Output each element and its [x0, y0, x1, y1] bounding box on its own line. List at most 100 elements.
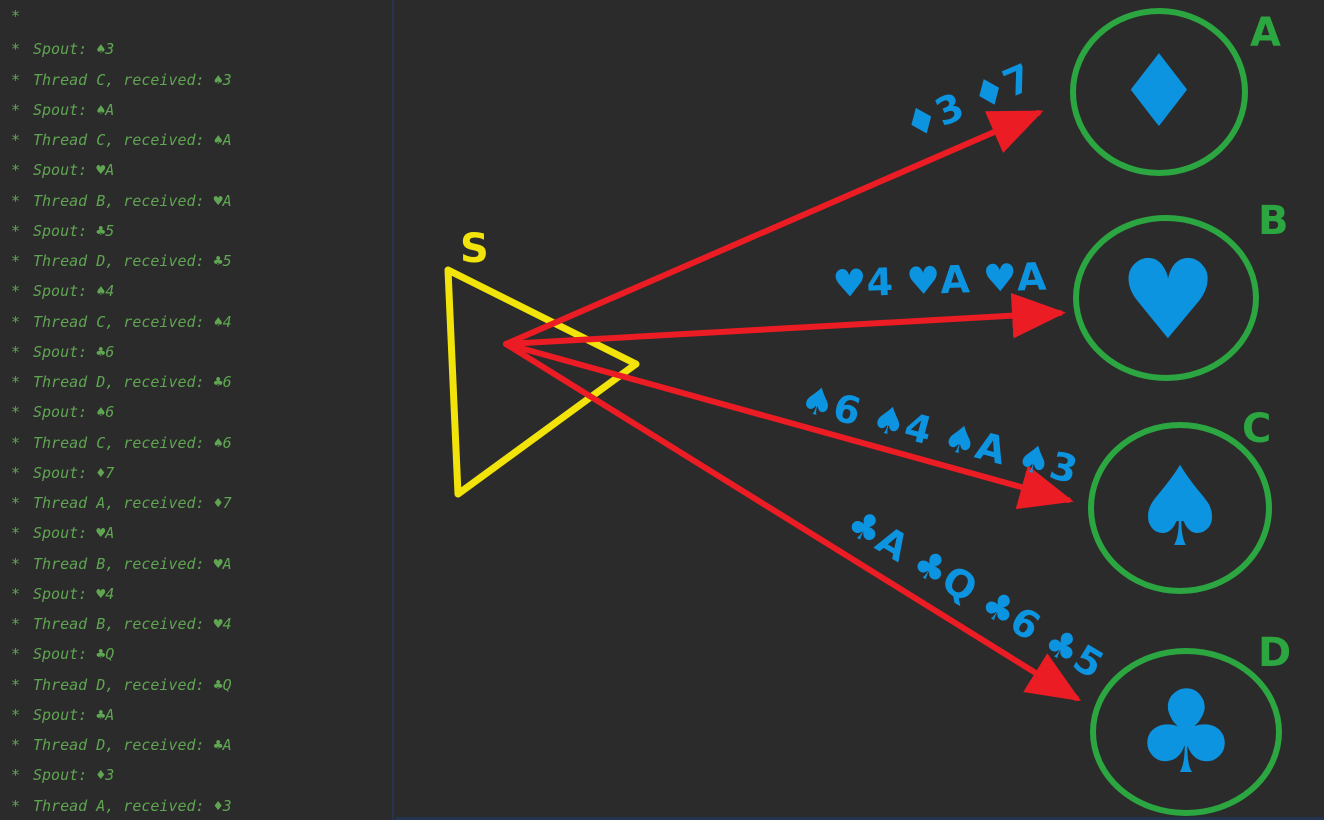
- log-bullet: *: [11, 736, 21, 754]
- log-message: Thread C, received: ♠A: [33, 131, 232, 149]
- node-b-label: B: [1258, 198, 1289, 244]
- log-bullet: *: [11, 524, 21, 543]
- log-message: Thread B, received: ♥A: [33, 191, 232, 210]
- log-line: * Spout: ♣A: [11, 700, 232, 730]
- log-line: * Spout: ♥A: [11, 155, 232, 185]
- log-bullet: *: [11, 282, 21, 301]
- spade-icon: ♠: [1131, 443, 1230, 571]
- node-b: ♥ B: [1073, 198, 1289, 381]
- log-bullet: *: [11, 796, 21, 815]
- node-d: ♣ D: [1090, 630, 1291, 816]
- diamond-icon: ♦: [1114, 33, 1204, 150]
- log-message: Spout: ♥A: [33, 161, 115, 180]
- edge-to-a: [503, 110, 1044, 347]
- node-c-label: C: [1242, 406, 1271, 452]
- log-bullet: *: [11, 675, 21, 694]
- club-icon: ♣: [1134, 666, 1237, 800]
- log-line: * Spout: ♦3: [11, 760, 232, 790]
- log-message: Spout: ♥A: [33, 524, 115, 543]
- log-bullet: *: [11, 403, 21, 422]
- log-line: *: [11, 4, 232, 34]
- log-line: * Spout: ♣6: [11, 337, 232, 367]
- log-bullet: *: [11, 191, 21, 210]
- log-line: * Spout: ♣5: [11, 216, 232, 246]
- log-message: Spout: ♣6: [33, 342, 115, 361]
- log-line: * Thread C, received: ♠A: [11, 125, 232, 155]
- log-message: Thread C, received: ♠6: [33, 433, 232, 452]
- log-message: Thread D, received: ♣Q: [33, 675, 232, 694]
- log-message: Thread D, received: ♣5: [33, 252, 232, 270]
- screen: * * Spout: ♠3 * Thread C, received: ♠3 * Spout…: [0, 0, 1324, 820]
- log-line: * Spout: ♠6: [11, 397, 232, 427]
- log-line: * Thread D, received: ♣Q: [11, 670, 232, 700]
- log-line: * Thread B, received: ♥A: [11, 549, 232, 579]
- log-message: Spout: ♠6: [33, 403, 115, 422]
- log-line: * Thread B, received: ♥4: [11, 609, 232, 639]
- log-message: Thread B, received: ♥4: [33, 615, 232, 633]
- spout-label: S: [460, 226, 489, 272]
- log-message: Spout: ♣A: [33, 705, 115, 724]
- log-bullet: *: [11, 312, 21, 331]
- log-bullet: *: [11, 100, 21, 119]
- log-message: Spout: ♦7: [33, 463, 115, 482]
- log-line: * Spout: ♠4: [11, 276, 232, 306]
- log-line: * Spout: ♠A: [11, 95, 232, 125]
- log-message: Thread D, received: ♣6: [33, 373, 232, 391]
- log-line: * Spout: ♥A: [11, 518, 232, 548]
- log-message: Thread A, received: ♦7: [33, 494, 232, 512]
- log-bullet: *: [11, 584, 21, 603]
- log-message: Spout: ♠4: [33, 282, 115, 301]
- console-log-panel[interactable]: * * Spout: ♠3 * Thread C, received: ♠3 * Spout…: [0, 0, 394, 820]
- node-a-label: A: [1250, 10, 1281, 56]
- topology-diagram-panel: S ♦3 ♦7 ♥4 ♥A ♥A ♠6 ♠4 ♠A ♠3 ♣A ♣Q ♣6 ♣5…: [396, 0, 1324, 820]
- log-message: Thread C, received: ♠4: [33, 312, 232, 331]
- log-bullet: *: [11, 7, 21, 25]
- log-message: Spout: ♥4: [33, 584, 115, 603]
- log-line: * Thread C, received: ♠4: [11, 307, 232, 337]
- log-message: Thread B, received: ♥A: [33, 554, 232, 573]
- log-bullet: *: [11, 40, 21, 59]
- log-bullet: *: [11, 161, 21, 180]
- log-line: * Thread A, received: ♦3: [11, 791, 232, 820]
- log-message: Spout: ♠3: [33, 40, 115, 59]
- log-bullet: *: [11, 494, 21, 512]
- log-bullet: *: [11, 433, 21, 452]
- heart-icon: ♥: [1119, 236, 1218, 364]
- log-line: * Thread C, received: ♠6: [11, 428, 232, 458]
- log-list: * * Spout: ♠3 * Thread C, received: ♠3 * Spout…: [11, 4, 232, 820]
- log-bullet: *: [11, 131, 21, 149]
- log-line: * Thread D, received: ♣6: [11, 367, 232, 397]
- node-c: ♠ C: [1088, 406, 1272, 594]
- edge-label-d: ♣A ♣Q ♣6 ♣5: [839, 500, 1111, 687]
- log-bullet: *: [11, 615, 21, 633]
- log-bullet: *: [11, 766, 21, 785]
- log-line: * Spout: ♦7: [11, 458, 232, 488]
- node-d-label: D: [1258, 630, 1291, 676]
- log-bullet: *: [11, 252, 21, 270]
- edge-to-b: [503, 292, 1066, 347]
- edge-to-c: [503, 341, 1074, 510]
- log-message: Spout: ♠A: [33, 100, 115, 119]
- log-bullet: *: [11, 342, 21, 361]
- log-message: Spout: ♦3: [33, 766, 115, 785]
- log-line: * Spout: ♣Q: [11, 639, 232, 669]
- edge-to-d: [503, 341, 1082, 702]
- log-bullet: *: [11, 645, 21, 664]
- log-bullet: *: [11, 463, 21, 482]
- log-bullet: *: [11, 70, 21, 89]
- log-bullet: *: [11, 221, 21, 240]
- log-bullet: *: [11, 554, 21, 573]
- log-line: * Thread D, received: ♣A: [11, 730, 232, 760]
- log-message: Thread A, received: ♦3: [33, 796, 232, 815]
- log-bullet: *: [11, 373, 21, 391]
- log-line: * Thread D, received: ♣5: [11, 246, 232, 276]
- log-line: * Spout: ♠3: [11, 34, 232, 64]
- topology-diagram: S ♦3 ♦7 ♥4 ♥A ♥A ♠6 ♠4 ♠A ♠3 ♣A ♣Q ♣6 ♣5…: [444, 8, 1291, 816]
- log-line: * Thread A, received: ♦7: [11, 488, 232, 518]
- spout-triangle: [444, 266, 640, 498]
- log-message: Spout: ♣5: [33, 221, 115, 240]
- edge-label-b: ♥4 ♥A ♥A: [832, 255, 1048, 306]
- edge-label-a: ♦3 ♦7: [897, 55, 1038, 148]
- log-bullet: *: [11, 705, 21, 724]
- log-line: * Thread C, received: ♠3: [11, 65, 232, 95]
